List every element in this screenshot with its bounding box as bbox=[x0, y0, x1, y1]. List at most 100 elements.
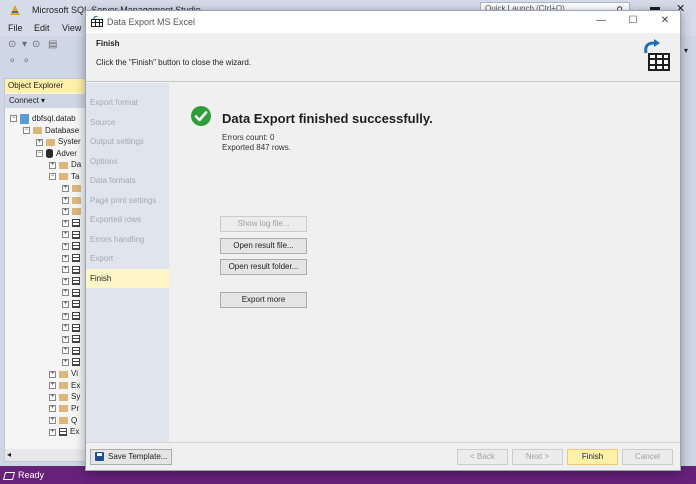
tree-node[interactable]: + bbox=[62, 217, 83, 228]
forward-nav-icon[interactable]: ⊙ bbox=[32, 39, 40, 50]
tree-node[interactable]: + Ex bbox=[49, 380, 80, 391]
menu-edit[interactable]: Edit bbox=[34, 23, 50, 33]
wizard-step-page-print-settings[interactable]: Page print settings bbox=[86, 191, 169, 210]
menu-view[interactable]: View bbox=[62, 23, 81, 33]
cancel-button[interactable]: Cancel bbox=[622, 449, 673, 465]
collapse-icon[interactable]: − bbox=[10, 115, 17, 123]
expand-icon[interactable]: + bbox=[62, 196, 69, 204]
tree-node[interactable]: + Syster bbox=[36, 136, 81, 147]
tree-node[interactable]: + Da bbox=[49, 159, 81, 170]
tree-node-label: Syster bbox=[58, 137, 81, 147]
next-button[interactable]: Next > bbox=[512, 449, 563, 465]
collapse-icon[interactable]: − bbox=[49, 173, 56, 181]
expand-icon[interactable]: + bbox=[62, 312, 69, 320]
tree-node[interactable]: − Adver bbox=[36, 148, 77, 159]
wizard-step-options[interactable]: Options bbox=[86, 152, 169, 171]
expand-icon[interactable]: + bbox=[49, 393, 56, 401]
tree-node[interactable]: + bbox=[62, 310, 83, 321]
close-icon[interactable]: ✕ bbox=[658, 15, 672, 26]
tree-node[interactable]: + Q bbox=[49, 415, 77, 426]
tree-node[interactable]: + Ex bbox=[49, 426, 79, 437]
dialog-title: Data Export MS Excel bbox=[107, 17, 196, 27]
expand-icon[interactable]: + bbox=[49, 161, 56, 169]
connect-button[interactable]: Connect ▾ bbox=[5, 94, 87, 108]
wizard-step-exported-rows[interactable]: Exported rows bbox=[86, 210, 169, 229]
tree-node[interactable]: + bbox=[62, 241, 83, 252]
save-template-button[interactable]: Save Template... bbox=[90, 449, 172, 465]
tree-node[interactable]: + bbox=[62, 287, 83, 298]
tree-node-label: Ex bbox=[70, 427, 80, 437]
expand-icon[interactable]: + bbox=[62, 208, 69, 216]
expand-icon[interactable]: + bbox=[62, 266, 69, 274]
tree-node[interactable]: + Sy bbox=[49, 391, 80, 402]
expand-icon[interactable]: + bbox=[62, 184, 69, 192]
expand-icon[interactable]: + bbox=[62, 254, 69, 262]
tree-node[interactable]: + bbox=[62, 229, 83, 240]
wizard-step-description: Click the "Finish" button to close the w… bbox=[96, 58, 252, 67]
back-button[interactable]: < Back bbox=[457, 449, 508, 465]
back-nav-icon[interactable]: ⊙ bbox=[8, 39, 16, 50]
tree-node[interactable]: + bbox=[62, 357, 83, 368]
tree-node-label: Ex bbox=[71, 380, 81, 390]
tree-node[interactable]: + bbox=[62, 194, 84, 205]
wizard-step-export-format[interactable]: Export format bbox=[86, 93, 169, 112]
expand-icon[interactable]: + bbox=[62, 231, 69, 239]
finish-button[interactable]: Finish bbox=[567, 449, 618, 465]
maximize-icon[interactable]: ☐ bbox=[626, 15, 640, 26]
open-result-folder-button[interactable]: Open result folder... bbox=[220, 259, 307, 275]
expand-icon[interactable]: + bbox=[62, 219, 69, 227]
folder-icon bbox=[59, 161, 68, 169]
tree-node[interactable]: + bbox=[62, 322, 83, 333]
export-more-button[interactable]: Export more bbox=[220, 292, 307, 308]
wizard-step-finish[interactable]: Finish bbox=[86, 268, 169, 288]
expand-icon[interactable]: + bbox=[49, 416, 56, 424]
tree-node[interactable]: + bbox=[62, 299, 83, 310]
table-icon bbox=[59, 428, 67, 437]
wizard-step-output-settings[interactable]: Output settings bbox=[86, 132, 169, 151]
expand-icon[interactable]: + bbox=[49, 382, 56, 390]
tree-node[interactable]: + bbox=[62, 345, 83, 356]
new-item-icon[interactable]: ▤ bbox=[48, 39, 57, 50]
wizard-step-errors-handling[interactable]: Errors handling bbox=[86, 230, 169, 249]
table-icon bbox=[72, 277, 80, 286]
tree-node[interactable]: + bbox=[62, 183, 84, 194]
horizontal-scrollbar[interactable]: ◂ bbox=[5, 449, 87, 461]
tree-node[interactable]: − Database bbox=[23, 125, 79, 136]
expand-icon[interactable]: + bbox=[49, 405, 56, 413]
wizard-step-source[interactable]: Source bbox=[86, 113, 169, 132]
dropdown-icon[interactable]: ▾ bbox=[22, 39, 27, 50]
wizard-step-data-formats[interactable]: Data formats bbox=[86, 171, 169, 190]
expand-icon[interactable]: + bbox=[49, 428, 56, 436]
tree-node[interactable]: + bbox=[62, 333, 83, 344]
expand-icon[interactable]: + bbox=[62, 289, 69, 297]
filter-icon[interactable]: ⚬ bbox=[8, 56, 16, 67]
tree-node[interactable]: + bbox=[62, 264, 83, 275]
tree-node[interactable]: + bbox=[62, 275, 83, 286]
tree-node[interactable]: + bbox=[62, 206, 84, 217]
expand-icon[interactable]: + bbox=[62, 335, 69, 343]
tree-node[interactable]: − dbfsql.datab bbox=[10, 113, 76, 124]
dialog-titlebar: Data Export MS Excel — ☐ ✕ bbox=[86, 11, 680, 33]
tree-node[interactable]: + Pr bbox=[49, 403, 79, 414]
collapse-icon[interactable]: − bbox=[36, 150, 43, 158]
menu-file[interactable]: File bbox=[8, 23, 23, 33]
expand-icon[interactable]: + bbox=[62, 324, 69, 332]
expand-icon[interactable]: + bbox=[62, 347, 69, 355]
expand-icon[interactable]: + bbox=[62, 358, 69, 366]
filter-clear-icon[interactable]: ⚬ bbox=[22, 56, 30, 67]
expand-icon[interactable]: + bbox=[62, 300, 69, 308]
expand-icon[interactable]: + bbox=[62, 277, 69, 285]
wizard-step-export[interactable]: Export bbox=[86, 249, 169, 268]
expand-icon[interactable]: + bbox=[49, 370, 56, 378]
tree-node[interactable]: − Ta bbox=[49, 171, 79, 182]
expand-icon[interactable]: + bbox=[62, 242, 69, 250]
tree-node[interactable]: + bbox=[62, 252, 83, 263]
show-log-button[interactable]: Show log file... bbox=[220, 216, 307, 232]
tree-node[interactable]: + Vi bbox=[49, 368, 78, 379]
collapse-icon[interactable]: − bbox=[23, 126, 30, 134]
open-result-file-button[interactable]: Open result file... bbox=[220, 238, 307, 254]
expand-icon[interactable]: + bbox=[36, 138, 43, 146]
table-icon bbox=[72, 265, 80, 274]
toolbar-overflow-icon[interactable]: ▾ bbox=[684, 46, 688, 55]
minimize-icon[interactable]: — bbox=[594, 15, 608, 26]
